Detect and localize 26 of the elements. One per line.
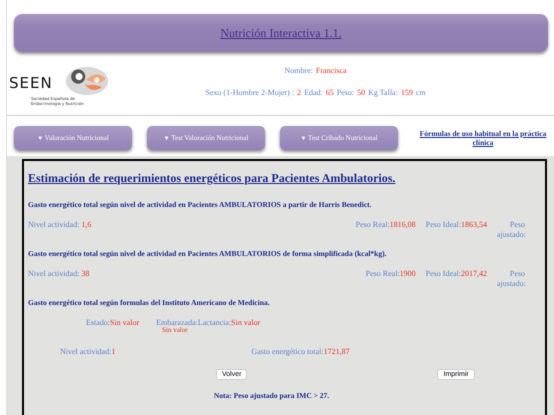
patient-label: Edad:: [304, 88, 323, 97]
total-energy: Gasto energético total:1721,87: [251, 347, 350, 356]
patient-value: 65: [326, 88, 334, 97]
weight-result: Peso Real:1816,08: [356, 220, 416, 229]
patient-label: Peso:: [336, 88, 354, 97]
logo-icon: [63, 66, 111, 96]
weight-result: Peso Ideal:1863,54: [426, 220, 487, 229]
state-field: Estado:Sin valor: [86, 318, 140, 338]
activity-level: Nivel actividad: 1,6: [28, 220, 92, 231]
patient-label: Kg Talla:: [368, 88, 398, 97]
patient-label: cm: [416, 88, 426, 97]
patient-value: 159: [400, 88, 413, 97]
section-title-link[interactable]: Estimación de requerimientos energéticos para Pacientes Ambulatorios.: [28, 171, 545, 186]
activity-level: Nivel actividad:1: [60, 347, 116, 356]
weight-result: Peso Real:1900: [366, 269, 416, 278]
logo-name: SEEN: [9, 74, 53, 92]
activity-level: Nivel actividad: 38: [28, 269, 90, 280]
name-value: Francisca: [316, 66, 347, 75]
name-label: Nombre:: [284, 66, 313, 75]
patient-value: 2: [297, 88, 302, 97]
patient-value: 50: [357, 88, 366, 97]
patient-label: Sexo (1-Hombre 2-Mujer) :: [205, 88, 294, 97]
weight-result: Peso Ideal:2017,42: [426, 269, 487, 278]
weight-result: Peso ajustado:: [497, 220, 525, 240]
weight-result: Peso ajustado:: [497, 269, 525, 289]
pregnancy-field: Embarazada:Lactancia:Sin valor: [156, 318, 260, 327]
